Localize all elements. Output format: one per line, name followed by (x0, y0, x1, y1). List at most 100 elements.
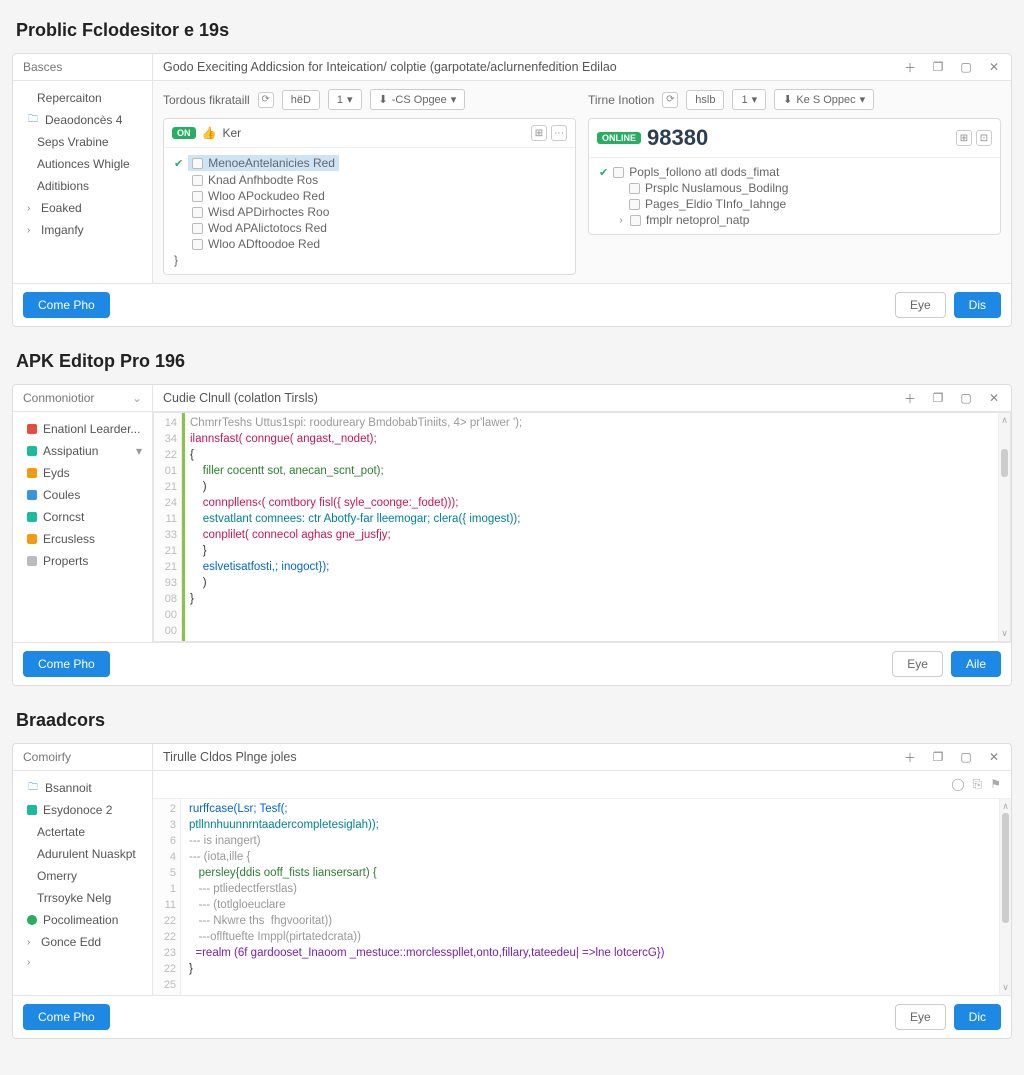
section-title-2: APK Editop Pro 196 (16, 351, 1012, 372)
more-icon[interactable]: ⊡ (976, 130, 992, 146)
code-lines-2[interactable]: ChmrrTeshs Uttus1spi: roodureary Bmdobab… (182, 413, 998, 641)
card-left: ON 👍 Ker ⊞⋯ ✔ MenoeAntelanicies Red Knad… (163, 118, 576, 275)
close-icon[interactable]: ✕ (987, 391, 1001, 405)
sidebar-item[interactable]: Assipatiun▾ (13, 440, 152, 462)
sidebar-item[interactable]: Enationl Learder... (13, 418, 152, 440)
file-icon (192, 207, 203, 218)
sidebar-item[interactable]: Adurulent Nuaskpt (13, 843, 152, 865)
sidebar-item[interactable]: 🗀Deaodoncès 4 (13, 109, 152, 131)
panel-header-1: Basces Godo Execiting Addicsion for Inte… (13, 54, 1011, 81)
sidebar-item[interactable]: Eyds (13, 462, 152, 484)
sidebar-item[interactable]: Coules (13, 484, 152, 506)
tree-row[interactable]: Wloo APockudeo Red (174, 188, 565, 204)
aile-button[interactable]: Aile (951, 651, 1001, 677)
sidebar-item[interactable]: Autionces Whigle (13, 153, 152, 175)
window-controls-1: ＋ ❐ ▢ ✕ (893, 60, 1011, 74)
sidebar-header-3: Comoirfy (13, 744, 153, 770)
grid-icon[interactable]: ⊞ (956, 130, 972, 146)
sidebar-item[interactable]: Pocolimeation (13, 909, 152, 931)
field-btn[interactable]: hslb (686, 90, 724, 110)
toolbar-left: Tordous fikrataill ⟳ hëD 1 ▾ ⬇ -CS Opgee… (163, 89, 576, 110)
select-btn[interactable]: 1 ▾ (328, 89, 362, 110)
sidebar-item[interactable]: Repercaiton (13, 87, 152, 109)
sidebar-item[interactable]: Actertate (13, 821, 152, 843)
sidebar-item[interactable]: ›Eoaked (13, 197, 152, 219)
dis-button[interactable]: Dis (954, 292, 1001, 318)
restore-icon[interactable]: ❐ (931, 60, 945, 74)
refresh-icon[interactable]: ⟳ (258, 92, 274, 108)
sidebar-item[interactable]: Seps Vrabine (13, 131, 152, 153)
come-pho-button[interactable]: Come Pho (23, 1004, 110, 1030)
plus-icon[interactable]: ＋ (903, 391, 917, 405)
plus-icon[interactable]: ＋ (903, 750, 917, 764)
close-icon[interactable]: ✕ (987, 60, 1001, 74)
restore-icon[interactable]: ❐ (931, 391, 945, 405)
square-icon (27, 446, 37, 456)
dic-button[interactable]: Dic (954, 1004, 1001, 1030)
dropdown-btn[interactable]: ⬇ -CS Opgee ▾ (370, 89, 466, 110)
eye-button[interactable]: Eye (895, 292, 946, 318)
circle-icon[interactable]: ◯ (951, 777, 964, 792)
toolbar-right: Tirne Inotion ⟳ hslb 1 ▾ ⬇ Ke S Oppec ▾ (588, 89, 1001, 110)
dropdown-btn[interactable]: ⬇ Ke S Oppec ▾ (774, 89, 874, 110)
file-icon (629, 199, 640, 210)
tree-row[interactable]: Wod APAlictotocs Red (174, 220, 565, 236)
sidebar-item[interactable]: Properts (13, 550, 152, 572)
card-right: ONLINE 98380 ⊞⊡ ✔Popls_follono atl dods_… (588, 118, 1001, 235)
sidebar-item[interactable]: Esydonoce 2 (13, 799, 152, 821)
refresh-icon[interactable]: ⟳ (662, 92, 678, 108)
panel-2: Conmoniotior⌄ Cudie Clnull (colatlon Tir… (12, 384, 1012, 686)
scrollbar-v[interactable]: ∧∨ (999, 799, 1011, 995)
tree-row[interactable]: ✔Popls_follono atl dods_fimat (599, 164, 990, 180)
come-pho-button[interactable]: Come Pho (23, 651, 110, 677)
eye-button[interactable]: Eye (895, 1004, 946, 1030)
file-icon (192, 223, 203, 234)
panel-3: Comoirfy Tirulle Cldos Plnge joles ＋ ❐ ▢… (12, 743, 1012, 1039)
toolbar-label: Tordous fikrataill (163, 93, 250, 107)
sidebar-item[interactable]: Ercusless (13, 528, 152, 550)
tree-row[interactable]: Prsplc Nuslamous_Bodilng (599, 180, 990, 196)
tree-row[interactable]: Wisd APDirhoctes Roo (174, 204, 565, 220)
check-icon: ✔ (599, 166, 608, 179)
restore-icon[interactable]: ❐ (931, 750, 945, 764)
main-header-3: Tirulle Cldos Plnge joles (153, 744, 893, 770)
more-icon[interactable]: ⋯ (551, 125, 567, 141)
scrollbar-v[interactable]: ∧∨ (998, 413, 1010, 641)
sidebar-item[interactable]: ›Imganfy (13, 219, 152, 241)
sidebar-item[interactable]: Trrsoyke Nelg (13, 887, 152, 909)
tree-row[interactable]: Wloo ADftoodoe Red (174, 236, 565, 252)
close-icon[interactable]: ✕ (987, 750, 1001, 764)
sidebar-item[interactable]: 🗀Bsannoit (13, 777, 152, 799)
minimize-icon[interactable]: ▢ (959, 391, 973, 405)
eye-button[interactable]: Eye (892, 651, 943, 677)
tree-row[interactable]: Knad Anfhbodte Ros (174, 172, 565, 188)
select-btn[interactable]: 1 ▾ (732, 89, 766, 110)
file-icon (192, 175, 203, 186)
sidebar-2: Enationl Learder... Assipatiun▾ Eyds Cou… (13, 412, 153, 642)
scroll-thumb[interactable] (1001, 449, 1008, 477)
triangle-icon (27, 534, 37, 544)
sidebar-item[interactable]: Omerry (13, 865, 152, 887)
minimize-icon[interactable]: ▢ (959, 60, 973, 74)
come-pho-button[interactable]: Come Pho (23, 292, 110, 318)
main-header-2: Cudie Clnull (colatlon Tirsls) (153, 385, 893, 411)
tree-row[interactable]: Pages_Eldio TInfo_Iahnge (599, 196, 990, 212)
main-header-1: Godo Execiting Addicsion for Inteication… (153, 54, 893, 80)
minimize-icon[interactable]: ▢ (959, 750, 973, 764)
grid-icon[interactable]: ⊞ (531, 125, 547, 141)
tree-row[interactable]: ✔ MenoeAntelanicies Red (174, 154, 565, 172)
sidebar-item[interactable]: ›Gonce Edd (13, 931, 152, 953)
field-btn[interactable]: hëD (282, 90, 320, 110)
bookmark-icon[interactable]: ⎘ (973, 777, 983, 792)
tree-row[interactable]: ›fmplr netoprol_natp (599, 212, 990, 228)
flag-icon[interactable]: ⚑ (990, 777, 1001, 792)
section-title-1: Problic Fclodesitor e 19s (16, 20, 1012, 41)
scroll-thumb[interactable] (1002, 813, 1009, 923)
sidebar-item[interactable]: › (13, 953, 152, 972)
file-icon (192, 191, 203, 202)
code-lines-3[interactable]: rurffcase(Lsr; Tesf(;ptllnnhuunnrntaader… (181, 799, 999, 995)
chevron-down-icon[interactable]: ⌄ (132, 391, 142, 405)
sidebar-item[interactable]: Aditibions (13, 175, 152, 197)
sidebar-item[interactable]: Corncst (13, 506, 152, 528)
plus-icon[interactable]: ＋ (903, 60, 917, 74)
